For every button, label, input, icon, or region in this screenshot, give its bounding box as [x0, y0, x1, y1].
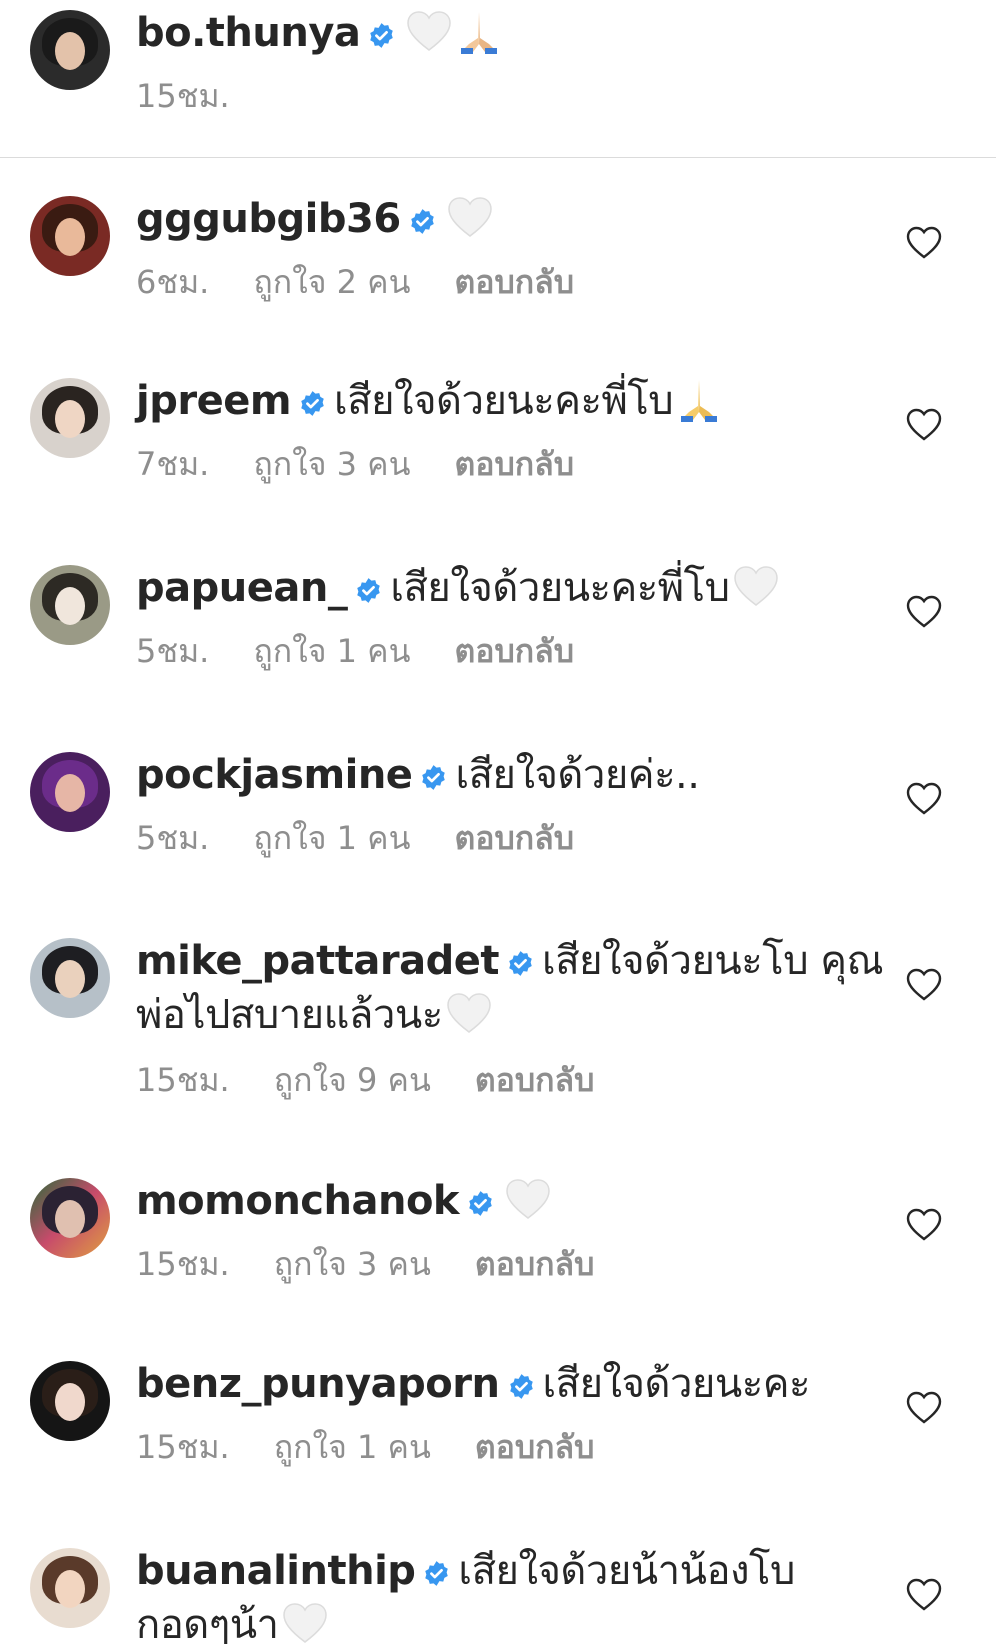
heart-like-icon[interactable] [906, 1208, 942, 1242]
username[interactable]: gggubgib36 [136, 196, 401, 242]
heart-like-icon[interactable] [906, 226, 942, 260]
verified-badge-icon [469, 1191, 492, 1216]
heart-like-icon[interactable] [906, 968, 942, 1002]
comment-line: gggubgib36 [136, 192, 886, 246]
comment-text: เสียใจด้วยนะคะพี่โบ [390, 565, 730, 611]
comment-meta: 15ชม. ถูกใจ 9 คน ตอบกลับ [136, 1060, 638, 1100]
avatar[interactable] [30, 752, 110, 832]
comment-text: เสียใจด้วยค่ะ.. [455, 752, 700, 798]
avatar[interactable] [30, 1548, 110, 1628]
caption-line: bo.thunya [136, 6, 886, 60]
verified-badge-icon [422, 765, 446, 790]
comment-line: buanalinthip เสียใจด้วยน้าน้องโบ กอดๆน้า [136, 1544, 886, 1644]
post-caption: bo.thunya 15ชม. [0, 0, 996, 158]
username[interactable]: pockjasmine [136, 752, 413, 798]
reply-button[interactable]: ตอบกลับ [475, 1245, 595, 1283]
comment-line: papuean_ เสียใจด้วยนะคะพี่โบ [136, 561, 886, 615]
timestamp: 5ชม. [136, 819, 210, 857]
heart-like-icon[interactable] [906, 408, 942, 442]
avatar[interactable] [30, 1178, 110, 1258]
comment-text: เสียใจด้วยนะคะพี่โบ [334, 378, 674, 424]
caption-meta: 15ชม. [136, 76, 274, 116]
comment-line: mike_pattaradet เสียใจด้วยนะโบ คุณพ่อไปสบ… [136, 934, 886, 1042]
folded-hands-icon [461, 12, 498, 54]
verified-badge-icon [509, 951, 532, 976]
heart-like-icon[interactable] [906, 595, 942, 629]
comment-meta: 7ชม. ถูกใจ 3 คน ตอบกลับ [136, 444, 618, 484]
timestamp: 6ชม. [136, 263, 210, 301]
like-count[interactable]: ถูกใจ 1 คน [274, 1428, 431, 1466]
username[interactable]: papuean_ [136, 565, 348, 611]
white-heart-icon [447, 197, 492, 237]
comment-meta: 5ชม. ถูกใจ 1 คน ตอบกลับ [136, 631, 618, 671]
avatar[interactable] [30, 565, 110, 645]
heart-like-icon[interactable] [906, 1391, 942, 1425]
timestamp: 15ชม. [136, 1428, 230, 1466]
username[interactable]: jpreem [136, 378, 292, 424]
reply-button[interactable]: ตอบกลับ [454, 632, 574, 670]
comment-line: momonchanok [136, 1174, 886, 1228]
like-count[interactable]: ถูกใจ 1 คน [253, 819, 410, 857]
comment-meta: 6ชม. ถูกใจ 2 คน ตอบกลับ [136, 262, 618, 302]
white-heart-icon [733, 566, 778, 606]
reply-button[interactable]: ตอบกลับ [454, 263, 574, 301]
avatar[interactable] [30, 378, 110, 458]
verified-badge-icon [410, 209, 434, 234]
reply-button[interactable]: ตอบกลับ [454, 819, 574, 857]
heart-like-icon[interactable] [906, 1578, 942, 1612]
verified-badge-icon [370, 23, 394, 48]
username[interactable]: benz_punyaporn [136, 1361, 500, 1407]
reply-button[interactable]: ตอบกลับ [475, 1061, 595, 1099]
timestamp: 15ชม. [136, 1061, 230, 1099]
white-heart-icon [407, 11, 452, 51]
username[interactable]: buanalinthip [136, 1548, 416, 1594]
heart-like-icon[interactable] [906, 782, 942, 816]
timestamp: 15ชม. [136, 1245, 230, 1283]
timestamp: 15ชม. [136, 77, 230, 115]
comment-text: เสียใจด้วยนะคะ [542, 1361, 811, 1407]
comment-meta: 15ชม. ถูกใจ 3 คน ตอบกลับ [136, 1244, 638, 1284]
comment-meta: 15ชม. ถูกใจ 1 คน ตอบกลับ [136, 1427, 638, 1467]
white-heart-icon [282, 1603, 327, 1643]
verified-badge-icon [509, 1374, 533, 1399]
timestamp: 7ชม. [136, 445, 210, 483]
verified-badge-icon [425, 1561, 449, 1586]
avatar[interactable] [30, 1361, 110, 1441]
username[interactable]: mike_pattaradet [136, 938, 500, 984]
white-heart-icon [446, 993, 491, 1033]
avatar[interactable] [30, 938, 110, 1018]
folded-hands-icon [681, 380, 718, 422]
like-count[interactable]: ถูกใจ 1 คน [253, 632, 410, 670]
comment-line: benz_punyaporn เสียใจด้วยนะคะ [136, 1357, 886, 1411]
comment-line: jpreem เสียใจด้วยนะคะพี่โบ [136, 374, 886, 428]
timestamp: 5ชม. [136, 632, 210, 670]
username[interactable]: bo.thunya [136, 10, 361, 56]
avatar[interactable] [30, 196, 110, 276]
reply-button[interactable]: ตอบกลับ [475, 1428, 595, 1466]
avatar[interactable] [30, 10, 110, 90]
like-count[interactable]: ถูกใจ 9 คน [274, 1061, 431, 1099]
username[interactable]: momonchanok [136, 1178, 460, 1224]
verified-badge-icon [357, 578, 381, 603]
like-count[interactable]: ถูกใจ 3 คน [274, 1245, 431, 1283]
white-heart-icon [506, 1179, 550, 1219]
comment-line: pockjasmine เสียใจด้วยค่ะ.. [136, 748, 886, 802]
like-count[interactable]: ถูกใจ 2 คน [253, 263, 410, 301]
like-count[interactable]: ถูกใจ 3 คน [253, 445, 410, 483]
comment-meta: 5ชม. ถูกใจ 1 คน ตอบกลับ [136, 818, 618, 858]
reply-button[interactable]: ตอบกลับ [454, 445, 574, 483]
verified-badge-icon [301, 391, 324, 416]
